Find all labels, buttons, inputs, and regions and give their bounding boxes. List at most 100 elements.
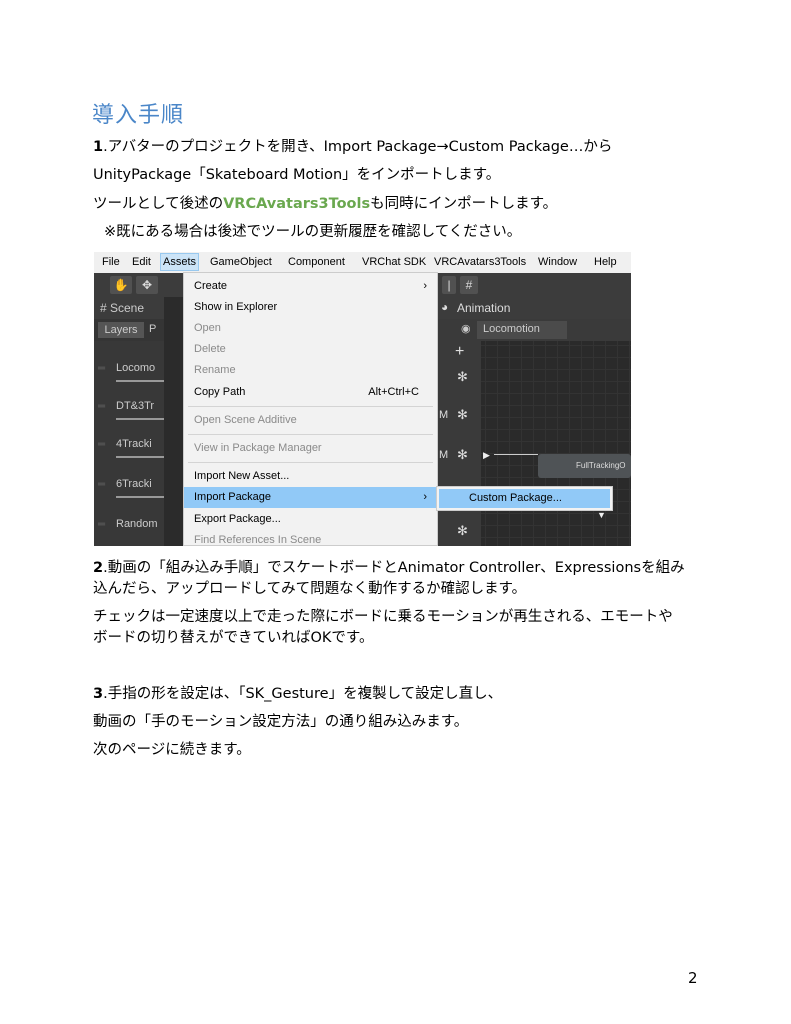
scene-tab[interactable]: # Scene [94,297,164,319]
step1-text: .アバターのプロジェクトを開き、Import Package→Custom Pa… [103,139,613,155]
step1-line3-pre: ツールとして後述の [93,196,224,212]
menu-item-import-new-asset[interactable]: Import New Asset... [184,466,437,487]
layer-item[interactable]: ═ DT&3Tr [94,391,164,429]
step3-line3: 次のページに続きます。 [93,742,251,758]
menu-edit[interactable]: Edit [132,256,151,268]
step1-line1: 1.アバターのプロジェクトを開き、Import Package→Custom P… [93,137,612,157]
menu-item-custom-package[interactable]: Custom Package... [439,489,610,508]
menu-item-import-package[interactable]: Import Package › [184,487,437,508]
menu-vrchat-sdk[interactable]: VRChat SDK [362,256,426,268]
grid-icon[interactable]: # [460,276,478,294]
breadcrumb-locomotion[interactable]: Locomotion [483,323,540,335]
unity-menubar: File Edit Assets GameObject Component VR… [94,252,631,273]
step1-note: ※既にある場合は後述でツールの更新履歴を確認してください。 [104,224,522,240]
menu-item-open-scene-additive[interactable]: Open Scene Additive [184,410,437,431]
gear-icon[interactable]: ✻ [457,369,468,385]
drag-handle-icon[interactable]: ═ [98,479,105,490]
chevron-right-icon: › [423,491,427,503]
step2-number: 2 [93,560,104,576]
mask-indicator: M [439,409,449,421]
animation-tab[interactable]: ◕ Animation [437,297,631,319]
gear-icon[interactable]: ✻ [457,447,468,463]
layer-weight-bar [116,380,164,382]
step2-text: .動画の「組み込み手順」でスケートボードとAnimator Controller… [103,560,685,576]
menu-vrcavatars3tools[interactable]: VRCAvatars3Tools [434,256,526,268]
step2-line3: チェックは一定速度以上で走った際にボードに乗るモーションが再生される、エモートや [93,609,673,625]
menu-separator [188,406,433,407]
assets-dropdown-menu: Create › Show in Explorer Open Delete Ren… [183,272,438,546]
layer-name: Random [116,518,158,530]
layer-item[interactable]: ═ Random [94,509,164,546]
drag-handle-icon[interactable]: ═ [98,439,105,450]
step3-line2: 動画の「手のモーション設定方法」の通り組み込みます。 [93,714,469,730]
transition-line [494,454,538,455]
gear-icon[interactable]: ✻ [457,523,468,539]
step2-line2: 込んだら、アップロードしてみて問題なく動作するか確認します。 [93,581,527,597]
mask-indicator: M [439,449,449,461]
drag-handle-icon[interactable]: ═ [98,519,105,530]
transition-arrow-icon: ▶ [483,450,490,460]
step3-text: .手指の形を設定は、「SK_Gesture」を複製して設定し直し、 [103,686,503,702]
step1-line3-post: も同時にインポートします。 [370,196,558,212]
state-node-label: FullTrackingO [576,461,626,470]
menu-help[interactable]: Help [594,256,617,268]
layer-name: DT&3Tr [116,400,155,412]
step1-number: 1 [93,139,104,155]
menu-component[interactable]: Component [288,256,345,268]
unity-screenshot: File Edit Assets GameObject Component VR… [94,252,631,546]
gear-icon[interactable]: ✻ [457,407,468,423]
import-package-submenu: Custom Package... [436,486,613,511]
add-layer-icon[interactable]: + [455,343,464,361]
menu-assets[interactable]: Assets [160,253,200,271]
step1-line3: ツールとして後述のVRCAvatars3Toolsも同時にインポートします。 [93,194,557,214]
step3-line1: 3.手指の形を設定は、「SK_Gesture」を複製して設定し直し、 [93,684,502,704]
page-number: 2 [688,969,698,987]
layer-item[interactable]: ═ 6Tracki [94,469,164,507]
breadcrumb: ◉ Locomotion [437,319,631,341]
layer-item[interactable]: ═ 4Tracki [94,429,164,467]
step2-line4: ボードの切り替えができていればOKです。 [93,630,374,646]
page-heading: 導入手順 [92,103,185,128]
copy-path-shortcut: Alt+Ctrl+C [368,386,419,398]
layers-bar: Layers P [94,319,164,341]
menu-item-show-in-explorer[interactable]: Show in Explorer [184,297,437,318]
layer-weight-bar [116,418,164,420]
menu-item-copy-path[interactable]: Copy Path Alt+Ctrl+C [184,382,437,403]
menu-item-view-in-package-manager[interactable]: View in Package Manager [184,438,437,459]
hand-tool-icon[interactable]: ✋ [110,276,132,294]
menu-gameobject[interactable]: GameObject [210,256,272,268]
step2-line1: 2.動画の「組み込み手順」でスケートボードとAnimator Controlle… [93,558,685,578]
layer-item[interactable]: ═ Locomo [94,353,164,391]
layer-weight-bar [116,496,164,498]
menu-separator [188,462,433,463]
menu-item-open[interactable]: Open [184,318,437,339]
menu-item-export-package[interactable]: Export Package... [184,509,437,530]
state-node[interactable]: FullTrackingO [538,454,631,478]
drag-handle-icon[interactable]: ═ [98,363,105,374]
move-tool-icon[interactable]: ✥ [136,276,158,294]
vrcavatars3tools-link[interactable]: VRCAvatars3Tools [223,196,370,212]
step3-number: 3 [93,686,104,702]
play-divider-icon: | [442,276,456,294]
menu-item-find-references[interactable]: Find References In Scene [184,530,437,546]
menu-item-delete[interactable]: Delete [184,339,437,360]
menu-item-create[interactable]: Create › [184,276,437,297]
menu-item-rename[interactable]: Rename [184,360,437,381]
layer-name: 4Tracki [116,438,152,450]
menu-window[interactable]: Window [538,256,577,268]
layer-name: 6Tracki [116,478,152,490]
transition-arrow-down-icon: ▼ [597,510,606,520]
scene-tab-label: # Scene [100,301,145,315]
layers-list: ═ Locomo ═ DT&3Tr ═ 4Tracki ═ 6Tracki ═ Rando… [94,341,164,546]
step1-line2: UnityPackage「Skateboard Motion」をインポートします… [93,167,501,183]
animation-icon: ◕ [441,300,449,314]
eye-icon[interactable]: ◉ [461,322,471,335]
layer-name: Locomo [116,362,156,374]
layer-controls-strip: + ✻ M ✻ M ✻ ✻ [437,341,481,546]
animation-tab-label: Animation [457,301,511,315]
layers-button[interactable]: Layers [98,322,144,338]
drag-handle-icon[interactable]: ═ [98,401,105,412]
menu-file[interactable]: File [102,256,120,268]
layer-weight-bar [116,456,164,458]
parameters-tab[interactable]: P [149,323,156,335]
